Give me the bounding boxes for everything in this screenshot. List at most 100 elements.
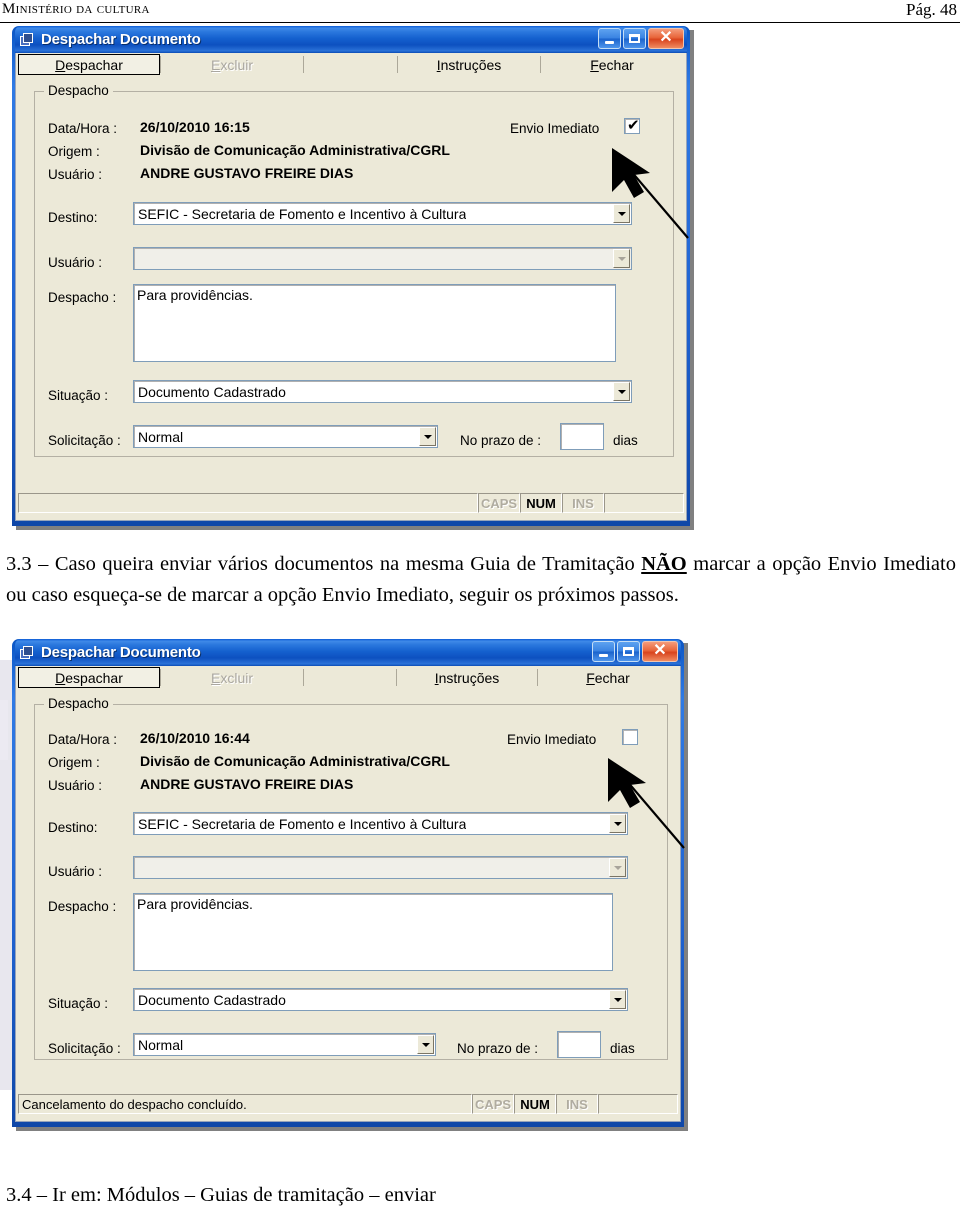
despacho-groupbox-legend: Despacho: [44, 83, 113, 98]
usuario-combobox[interactable]: [133, 247, 632, 270]
despachar-label-rest: espachar: [65, 56, 123, 73]
window1-titlebar-buttons[interactable]: ✕: [598, 28, 684, 49]
envio-imediato-checkbox[interactable]: [622, 729, 638, 745]
despachar-button[interactable]: Despachar: [18, 667, 160, 688]
destino-value: SEFIC - Secretaria de Fomento e Incentiv…: [138, 815, 467, 832]
maximize-icon: [623, 647, 634, 656]
close-button[interactable]: ✕: [648, 28, 684, 49]
prazo-input[interactable]: [560, 423, 604, 450]
envio-imediato-checkbox[interactable]: ✔: [624, 116, 640, 134]
minimize-button[interactable]: [592, 641, 615, 662]
prazo-label: No prazo de :: [457, 1041, 539, 1056]
solicitacao-dropdown-arrow[interactable]: [417, 1035, 434, 1054]
num-indicator: NUM: [514, 1094, 556, 1114]
chevron-down-icon: [423, 434, 432, 439]
maximize-button[interactable]: [623, 28, 646, 49]
fechar-label-rest: echar: [598, 56, 634, 73]
datahora-label: Data/Hora :: [48, 121, 118, 136]
destino-combobox[interactable]: SEFIC - Secretaria de Fomento e Incentiv…: [133, 202, 632, 225]
paragraph-step-34: 3.4 – Ir em: Módulos – Guias de tramitaç…: [6, 1180, 946, 1211]
fechar-accel: F: [586, 669, 595, 686]
prazo-label: No prazo de :: [460, 433, 542, 448]
window2-status-message: Cancelamento do despacho concluído.: [18, 1094, 472, 1114]
window1-toolbar[interactable]: Despachar Excluir Instruções Fechar: [16, 53, 686, 77]
minimize-icon: [599, 653, 608, 657]
maximize-button[interactable]: [617, 641, 640, 662]
window1-titlebar[interactable]: Despachar Documento ✕: [15, 26, 687, 53]
despachar-label-rest: espachar: [65, 669, 123, 686]
origem-value: Divisão de Comunicação Administrativa/CG…: [140, 142, 450, 158]
datahora-value: 26/10/2010 16:15: [140, 119, 250, 135]
window2-toolbar[interactable]: Despachar Excluir Instruções Fechar: [16, 666, 680, 690]
instrucoes-button[interactable]: Instruções: [397, 667, 537, 688]
destino-dropdown-arrow[interactable]: [613, 204, 630, 223]
window2[interactable]: Despachar Documento ✕ Despachar Excluir: [12, 639, 684, 1127]
solicitacao-combobox[interactable]: Normal: [133, 1033, 436, 1056]
usuario-top-value: ANDRE GUSTAVO FREIRE DIAS: [140, 776, 354, 792]
chevron-down-icon: [613, 865, 622, 870]
window2-statusbar: Cancelamento do despacho concluído. CAPS…: [18, 1094, 678, 1114]
despachar-accel: D: [55, 669, 66, 686]
chevron-down-icon: [613, 997, 622, 1002]
usuario-dropdown-arrow[interactable]: [613, 249, 630, 268]
datahora-value: 26/10/2010 16:44: [140, 730, 250, 746]
window1[interactable]: Despachar Documento ✕ Despachar Excluir: [12, 26, 690, 526]
usuario-combobox[interactable]: [133, 856, 628, 879]
despacho-label: Despacho :: [48, 899, 117, 914]
prazo-unit-label: dias: [610, 1041, 635, 1056]
ins-indicator: INS: [562, 493, 604, 513]
excluir-accel: E: [210, 669, 221, 686]
chevron-down-icon: [617, 256, 626, 261]
minimize-button[interactable]: [598, 28, 621, 49]
fechar-button[interactable]: Fechar: [541, 54, 683, 75]
solicitacao-label: Solicitação :: [48, 1041, 121, 1056]
usuario-dropdown-arrow[interactable]: [609, 858, 626, 877]
toolbar-blank-button[interactable]: [304, 667, 396, 688]
close-icon: ✕: [653, 641, 667, 659]
background-window-fill: [0, 700, 8, 760]
destino-dropdown-arrow[interactable]: [609, 814, 626, 833]
chevron-down-icon: [617, 389, 626, 394]
window2-titlebar-buttons[interactable]: ✕: [592, 641, 678, 662]
fechar-button[interactable]: Fechar: [538, 667, 678, 688]
instrucoes-button[interactable]: Instruções: [398, 54, 540, 75]
despachar-accel: D: [55, 56, 66, 73]
prazo-input[interactable]: [557, 1031, 601, 1058]
despachar-button[interactable]: Despachar: [18, 54, 160, 75]
excluir-button[interactable]: Excluir: [161, 667, 303, 688]
chevron-down-icon: [613, 821, 622, 826]
situacao-dropdown-arrow[interactable]: [613, 382, 630, 401]
close-button[interactable]: ✕: [642, 641, 678, 662]
checkmark-icon: ✔: [627, 116, 640, 134]
situacao-value: Documento Cadastrado: [138, 991, 286, 1008]
solicitacao-value: Normal: [138, 1036, 184, 1053]
situacao-combobox[interactable]: Documento Cadastrado: [133, 988, 628, 1011]
despacho-groupbox: Despacho Data/Hora : 26/10/2010 16:15 Or…: [34, 83, 674, 457]
solicitacao-combobox[interactable]: Normal: [133, 425, 438, 448]
solicitacao-label: Solicitação :: [48, 433, 121, 448]
window1-title: Despachar Documento: [41, 31, 201, 48]
destino-label: Destino:: [48, 210, 98, 225]
close-icon: ✕: [659, 28, 673, 46]
despacho-textarea[interactable]: Para providências.: [133, 893, 613, 971]
window2-titlebar[interactable]: Despachar Documento ✕: [15, 639, 681, 666]
destino-combobox[interactable]: SEFIC - Secretaria de Fomento e Incentiv…: [133, 812, 628, 835]
situacao-dropdown-arrow[interactable]: [609, 990, 626, 1009]
solicitacao-dropdown-arrow[interactable]: [419, 427, 436, 446]
window1-client-area: Despachar Excluir Instruções Fechar Desp…: [15, 53, 687, 521]
window1-status-tail: [604, 493, 684, 513]
window1-status-message: [18, 493, 478, 513]
ins-indicator: INS: [556, 1094, 598, 1114]
toolbar-blank-button[interactable]: [304, 54, 397, 75]
situacao-value: Documento Cadastrado: [138, 383, 286, 400]
page-number: Pág. 48: [906, 0, 957, 19]
excluir-label-rest: xcluir: [220, 56, 253, 73]
excluir-button[interactable]: Excluir: [161, 54, 303, 75]
usuario-label: Usuário :: [48, 255, 103, 270]
situacao-combobox[interactable]: Documento Cadastrado: [133, 380, 632, 403]
destino-label: Destino:: [48, 820, 98, 835]
application-icon: [20, 645, 36, 660]
usuario-label: Usuário :: [48, 864, 103, 879]
despacho-textarea[interactable]: Para providências.: [133, 284, 616, 362]
situacao-label: Situação :: [48, 388, 109, 403]
